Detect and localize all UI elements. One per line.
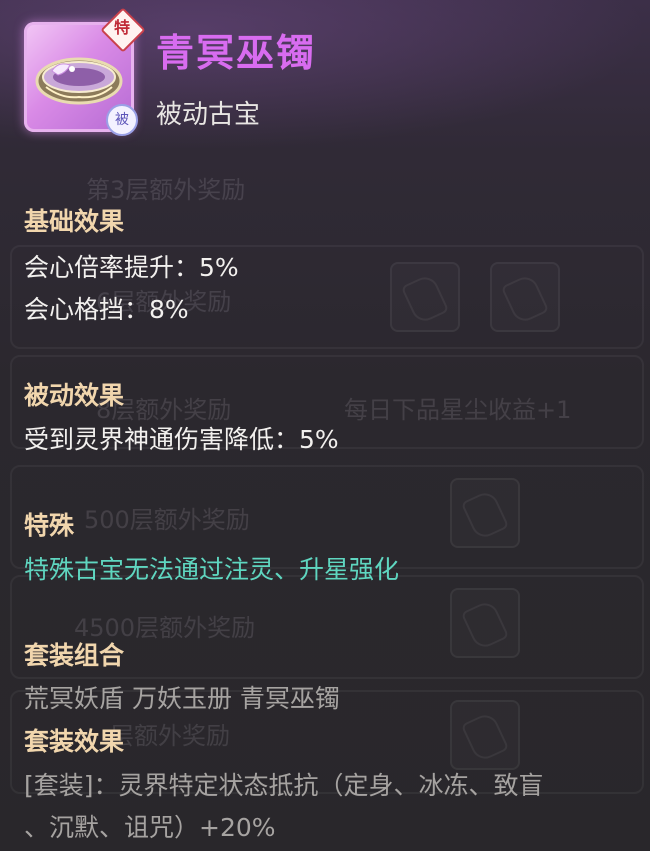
background-reward-icon bbox=[450, 588, 520, 658]
background-reward-icon bbox=[450, 478, 520, 548]
set-effect-title: 套装效果 bbox=[24, 727, 125, 756]
set-effect-line: [套装]：灵界特定状态抵抗（定身、冰冻、致盲 bbox=[24, 771, 544, 800]
background-row-label: 500层额外奖励 bbox=[84, 506, 250, 534]
item-type: 被动古宝 bbox=[156, 100, 261, 130]
background-row-label: 层额外奖励 bbox=[110, 722, 230, 750]
set-combo-line: 荒冥妖盾 万妖玉册 青冥巫镯 bbox=[24, 684, 340, 713]
passive-effect-title: 被动效果 bbox=[24, 381, 125, 410]
basic-effect-title: 基础效果 bbox=[24, 207, 125, 236]
background-reward-icon bbox=[490, 262, 560, 332]
item-name: 青冥巫镯 bbox=[156, 31, 317, 75]
background-row-label: 第3层额外奖励 bbox=[86, 176, 246, 204]
special-title: 特殊 bbox=[24, 511, 75, 540]
background-reward-icon bbox=[450, 700, 520, 770]
special-line: 特殊古宝无法通过注灵、升星强化 bbox=[24, 555, 400, 584]
basic-effect-line: 会心格挡：8% bbox=[24, 295, 189, 324]
bracelet-icon bbox=[35, 57, 123, 105]
special-tag-label: 特 bbox=[113, 18, 130, 37]
basic-effect-line: 会心倍率提升：5% bbox=[24, 253, 239, 282]
passive-effect-line: 受到灵界神通伤害降低：5% bbox=[24, 425, 339, 454]
set-effect-line: 、沉默、诅咒）+20% bbox=[24, 813, 276, 842]
item-tooltip-panel: 第3层额外奖励 6层额外奖励 8层额外奖励 每日下品星尘收益+1 500层额外奖… bbox=[0, 0, 650, 851]
passive-tag-badge: 被 bbox=[106, 104, 138, 136]
background-reward-label: 每日下品星尘收益+1 bbox=[344, 396, 572, 424]
background-reward-icon bbox=[390, 262, 460, 332]
set-combo-title: 套装组合 bbox=[24, 641, 125, 670]
